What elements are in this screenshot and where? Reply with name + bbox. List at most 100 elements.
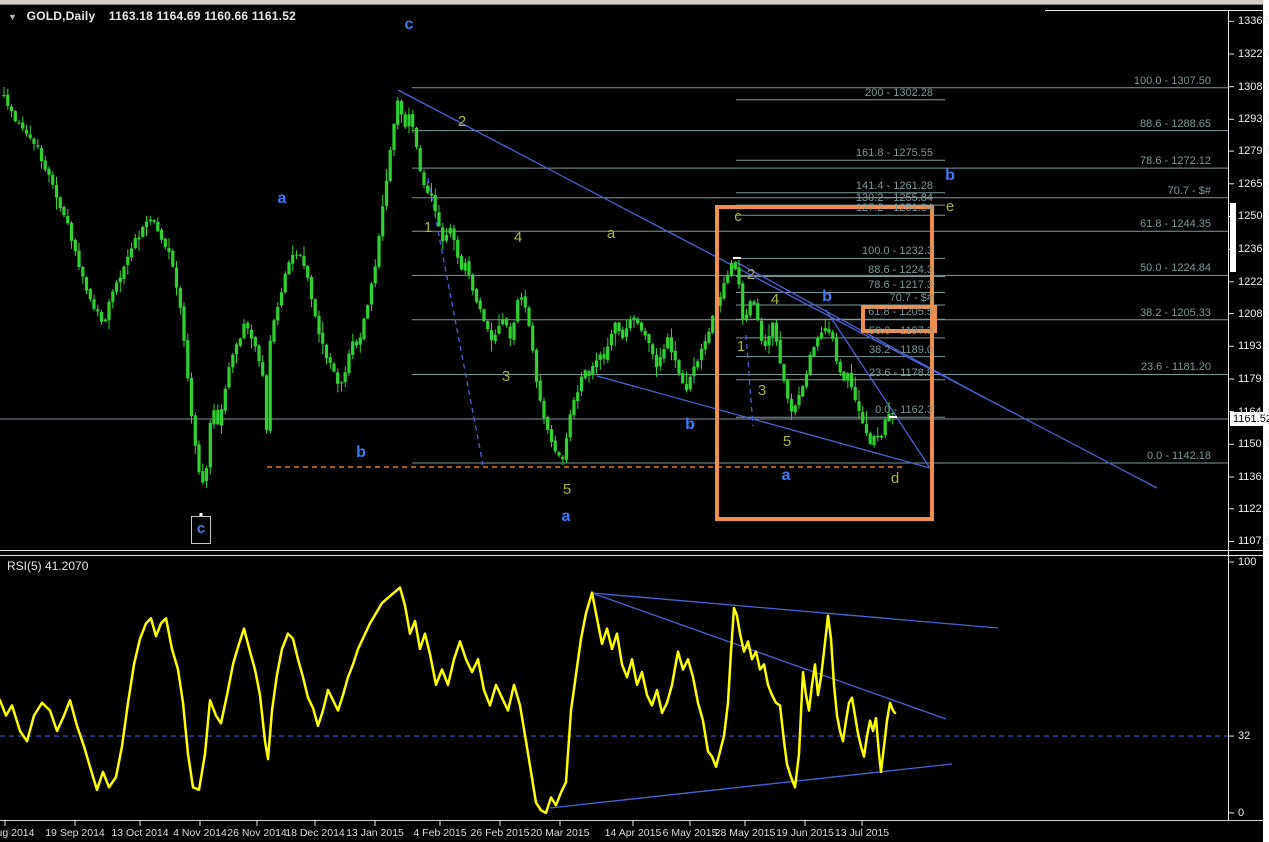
time-axis-label[interactable]: 14 Apr 2015 [605,827,662,839]
candle-body [171,250,175,267]
candle-body [444,234,449,241]
wave-label-2[interactable]: 2 [458,113,466,130]
wave-label-1[interactable]: 1 [737,338,745,355]
price-axis-label: 1150.42 [1238,438,1269,450]
price-axis-label: 1222.02 [1238,276,1269,288]
wave-label-e[interactable]: e [946,198,954,215]
time-axis-label[interactable]: 26 Nov 2014 [227,827,287,839]
time-axis-label[interactable]: 20 Mar 2015 [531,827,590,839]
candle-body [137,237,141,240]
candle-body [538,380,542,401]
wave-label-4[interactable]: 4 [514,229,522,246]
candle-body [347,353,351,373]
candle-body [129,248,134,258]
candle-body [249,329,254,339]
wave-label-4[interactable]: 4 [771,291,779,308]
wave-label-a[interactable]: a [607,225,615,242]
candle-body [786,379,790,399]
candle-body [332,363,336,372]
time-axis-label[interactable]: 26 Feb 2015 [471,827,530,839]
fib-level-label: 0.0 - 1162.3 [875,404,933,416]
fib-level-label: 78.6 - 1272.12 [1140,155,1211,167]
candle-body [636,318,640,324]
time-axis-label[interactable]: 13 Oct 2014 [111,827,168,839]
time-axis-label[interactable]: 19 Sep 2014 [45,827,105,839]
candle-body [508,326,512,339]
candle-body [583,370,587,378]
candle-body [546,417,550,430]
candle-body [482,309,486,321]
candle-body [219,409,224,426]
candle-body [628,320,632,329]
wave-label-b[interactable]: b [822,288,832,306]
candle-body [182,306,186,341]
candle-body [13,111,17,122]
candle-body [208,423,212,468]
candle-body [883,420,887,435]
candle-body [261,362,265,376]
wave-label-3[interactable]: 3 [502,368,510,385]
candle-body [384,180,389,206]
candle-body [568,414,572,438]
candle-body [133,238,137,248]
chevron-down-icon[interactable]: ▼ [8,12,17,22]
candle-body [369,283,374,305]
wave-label-c[interactable]: c [405,16,414,34]
candle-body [707,331,711,343]
selection-handle[interactable] [889,416,897,418]
candle-body [111,291,115,302]
wave-label-c[interactable]: c [734,208,742,225]
time-axis-label[interactable]: 13 Jan 2015 [346,827,404,839]
time-axis-label[interactable]: 4 Nov 2014 [173,827,227,839]
candle-body [403,114,407,127]
time-axis-label[interactable]: 13 Jul 2015 [835,827,889,839]
candle-body [189,378,194,417]
time-axis-label[interactable]: 18 Dec 2014 [285,827,345,839]
wave-label-3[interactable]: 3 [758,382,766,399]
fib-level-label: 127.2 - 1251.34 [855,202,933,214]
trendline-rsi-upper[interactable] [591,592,999,629]
time-axis-label[interactable]: 28 May 2015 [715,827,776,839]
candle-body [422,172,426,186]
wave-label-a[interactable]: a [562,508,571,526]
wave-label-a[interactable]: a [782,467,791,485]
price-axis-label: 1193.62 [1238,340,1269,352]
candle-body [238,338,242,346]
candle-body [557,452,561,456]
trendline-rsi-rising[interactable] [549,763,953,809]
trendline-rsi-steep[interactable] [591,592,947,720]
fib-level-label: 50.0 - 1197.3 [868,325,933,337]
candle-body [489,330,494,341]
wave-label-2[interactable]: 2 [747,266,755,283]
candle-body [606,346,610,360]
fib-level-label: 161.8 - 1275.55 [855,147,933,159]
candle-body [343,372,347,383]
selection-handle[interactable] [733,257,741,259]
trendline-steep-dashed[interactable] [427,177,484,466]
candle-body [542,400,546,419]
candle-body [373,266,377,284]
wave-label-1[interactable]: 1 [424,219,432,236]
time-axis-label[interactable]: 4 Feb 2015 [413,827,466,839]
time-axis-label[interactable]: 28 Aug 2014 [0,827,34,839]
time-axis-label[interactable]: 19 Jun 2015 [776,827,834,839]
candle-body [399,100,404,115]
fib-level-label: 200 - 1302.28 [865,87,933,99]
time-axis-label[interactable]: 6 May 2015 [663,827,718,839]
wave-label-b[interactable]: b [685,416,695,434]
candle-body [73,239,77,252]
candle-body [92,299,96,309]
selected-text-object[interactable]: c [191,513,211,544]
candle-body [174,267,179,288]
wave-label-5[interactable]: 5 [783,433,791,450]
candle-body [418,148,422,171]
wave-label-5[interactable]: 5 [563,481,571,498]
wave-label-b[interactable]: b [356,444,366,462]
candle-body [598,354,602,360]
wave-label-b[interactable]: b [945,167,955,185]
candle-body [471,274,475,291]
wave-label-a[interactable]: a [278,190,287,208]
wave-label-d[interactable]: d [891,470,899,487]
symbol-period-label: GOLD,Daily [26,9,96,23]
candle-body [122,266,126,279]
